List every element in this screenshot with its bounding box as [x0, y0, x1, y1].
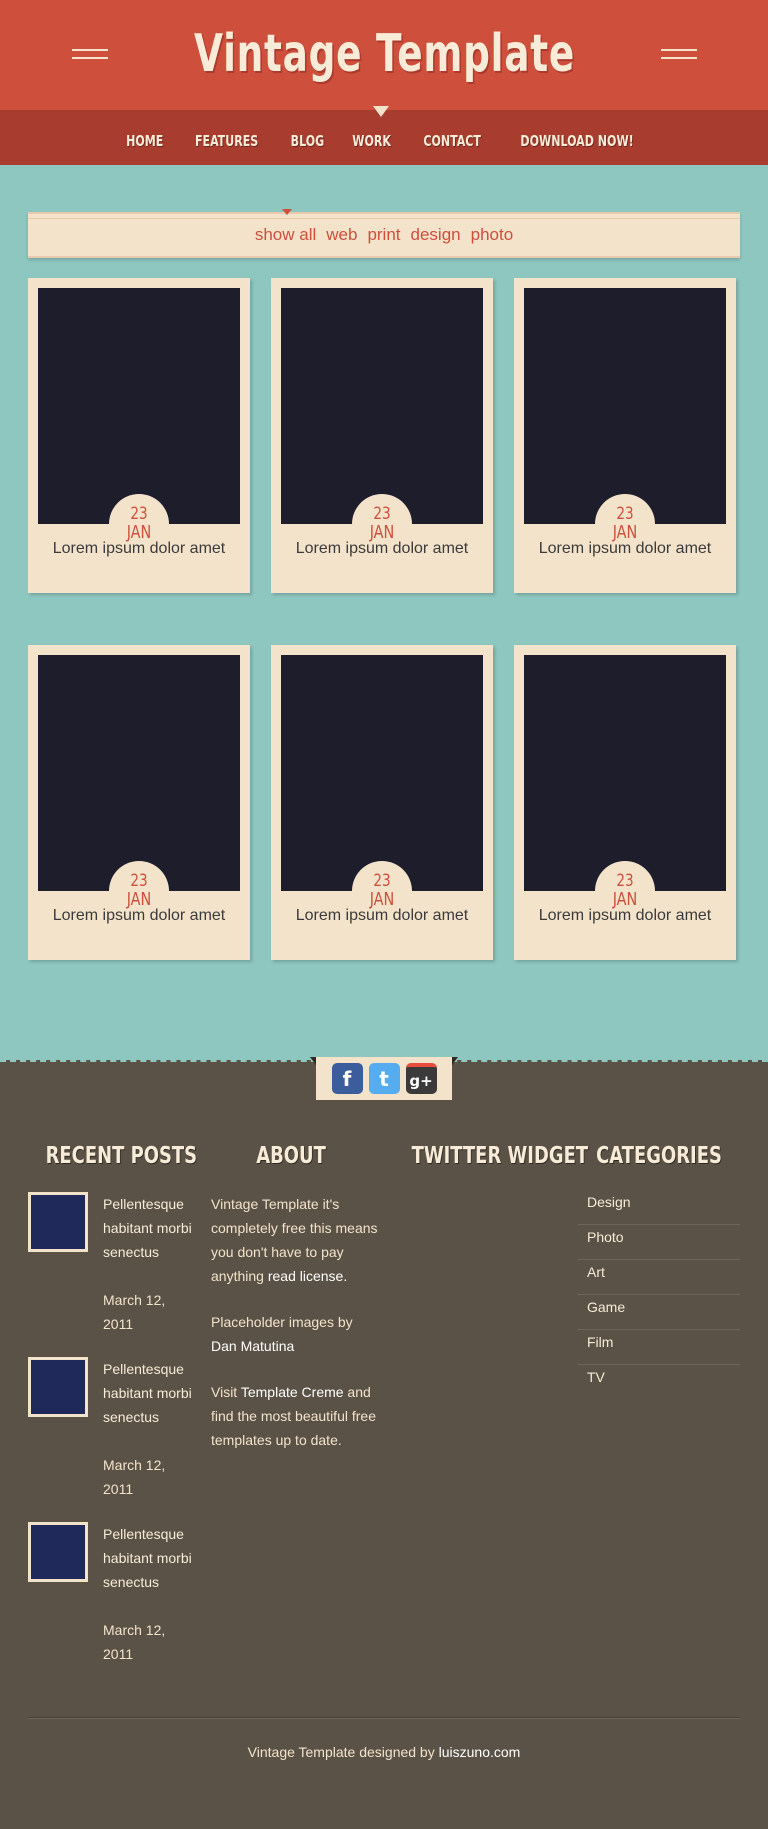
card-caption[interactable]: Lorem ipsum dolor amet: [514, 539, 736, 559]
portfolio-card[interactable]: 23 JAN Lorem ipsum dolor amet: [514, 278, 736, 593]
logo-rule-left: [71, 49, 108, 59]
card-image[interactable]: [524, 288, 726, 524]
portfolio-filter-bar: show all web print design photo: [28, 212, 740, 258]
dan-matutina-link[interactable]: Dan Matutina: [211, 1338, 294, 1354]
post-thumbnail[interactable]: [28, 1522, 88, 1582]
category-art[interactable]: Art: [578, 1260, 740, 1295]
portfolio-card[interactable]: 23 JAN Lorem ipsum dolor amet: [271, 645, 493, 960]
post-thumbnail[interactable]: [28, 1192, 88, 1252]
social-links: f t g+: [310, 1057, 458, 1100]
site-logo[interactable]: Vintage Template: [194, 22, 575, 86]
nav-item-home[interactable]: Home: [126, 128, 163, 154]
card-image[interactable]: [281, 655, 483, 891]
date-day: 23: [616, 504, 634, 524]
card-caption[interactable]: Lorem ipsum dolor amet: [271, 906, 493, 926]
category-design[interactable]: Design: [578, 1190, 740, 1225]
filter-photo[interactable]: photo: [471, 225, 514, 245]
nav-item-download[interactable]: Download Now!: [520, 128, 633, 154]
credits-link[interactable]: luiszuno.com: [439, 1744, 521, 1760]
post-date: March 12, 2011: [103, 1457, 166, 1497]
card-caption[interactable]: Lorem ipsum dolor amet: [514, 906, 736, 926]
date-day: 23: [130, 871, 148, 891]
card-image[interactable]: [38, 655, 240, 891]
nav-active-indicator: [373, 106, 389, 117]
about-title: About: [256, 1143, 326, 1169]
portfolio-card[interactable]: 23 JAN Lorem ipsum dolor amet: [271, 278, 493, 593]
about-paragraph: Placeholder images by Dan Matutina: [211, 1310, 381, 1358]
category-photo[interactable]: Photo: [578, 1225, 740, 1260]
date-day: 23: [130, 504, 148, 524]
twitter-icon[interactable]: t: [368, 1063, 400, 1094]
category-tv[interactable]: TV: [578, 1365, 740, 1399]
portfolio-card[interactable]: 23 JAN Lorem ipsum dolor amet: [28, 645, 250, 960]
template-creme-link[interactable]: Template Creme: [241, 1384, 344, 1400]
date-day: 23: [616, 871, 634, 891]
filter-show-all[interactable]: show all: [255, 225, 316, 245]
recent-posts-title: Recent Posts: [45, 1143, 198, 1169]
credits: Vintage Template designed by luiszuno.co…: [0, 1744, 768, 1760]
nav-item-contact[interactable]: Contact: [423, 128, 481, 154]
about-visit-text: Visit: [211, 1384, 241, 1400]
logo-area: Vintage Template: [0, 22, 768, 86]
post-title[interactable]: Pellentesque habitant morbi senectus: [103, 1192, 198, 1264]
nav-item-features[interactable]: Features: [195, 128, 258, 154]
post-title[interactable]: Pellentesque habitant morbi senectus: [103, 1522, 198, 1594]
portfolio-card[interactable]: 23 JAN Lorem ipsum dolor amet: [28, 278, 250, 593]
about-text: Vintage Template it's completely free th…: [211, 1192, 381, 1474]
card-caption[interactable]: Lorem ipsum dolor amet: [28, 906, 250, 926]
card-image[interactable]: [38, 288, 240, 524]
credits-text: Vintage Template designed by: [247, 1744, 439, 1760]
filter-print[interactable]: print: [367, 225, 400, 245]
nav-item-work[interactable]: Work: [353, 128, 392, 154]
date-day: 23: [373, 504, 391, 524]
logo-rule-right: [660, 49, 697, 59]
date-day: 23: [373, 871, 391, 891]
about-paragraph: Visit Template Creme and find the most b…: [211, 1380, 381, 1452]
twitter-widget-title: Twitter Widget: [411, 1143, 589, 1169]
card-caption[interactable]: Lorem ipsum dolor amet: [28, 539, 250, 559]
googleplus-icon[interactable]: g+: [405, 1063, 437, 1094]
category-film[interactable]: Film: [578, 1330, 740, 1365]
read-license-link[interactable]: read license.: [268, 1268, 347, 1284]
card-image[interactable]: [524, 655, 726, 891]
categories-list: Design Photo Art Game Film TV: [578, 1190, 740, 1399]
main-nav: Home Features Blog Work Contact Download…: [0, 128, 768, 154]
filter-web[interactable]: web: [326, 225, 357, 245]
category-game[interactable]: Game: [578, 1295, 740, 1330]
categories-title: Categories: [596, 1143, 722, 1169]
filter-active-pointer: [282, 209, 292, 215]
card-image[interactable]: [281, 288, 483, 524]
post-date: March 12, 2011: [103, 1292, 166, 1332]
filter-design[interactable]: design: [411, 225, 461, 245]
about-paragraph: Vintage Template it's completely free th…: [211, 1192, 381, 1288]
facebook-icon[interactable]: f: [331, 1063, 363, 1094]
portfolio-card[interactable]: 23 JAN Lorem ipsum dolor amet: [514, 645, 736, 960]
footer: [0, 1060, 768, 1829]
post-thumbnail[interactable]: [28, 1357, 88, 1417]
nav-item-blog[interactable]: Blog: [290, 128, 324, 154]
post-date: March 12, 2011: [103, 1622, 166, 1662]
about-images-text: Placeholder images by: [211, 1314, 353, 1330]
card-caption[interactable]: Lorem ipsum dolor amet: [271, 539, 493, 559]
footer-divider: [28, 1717, 740, 1718]
post-title[interactable]: Pellentesque habitant morbi senectus: [103, 1357, 198, 1429]
